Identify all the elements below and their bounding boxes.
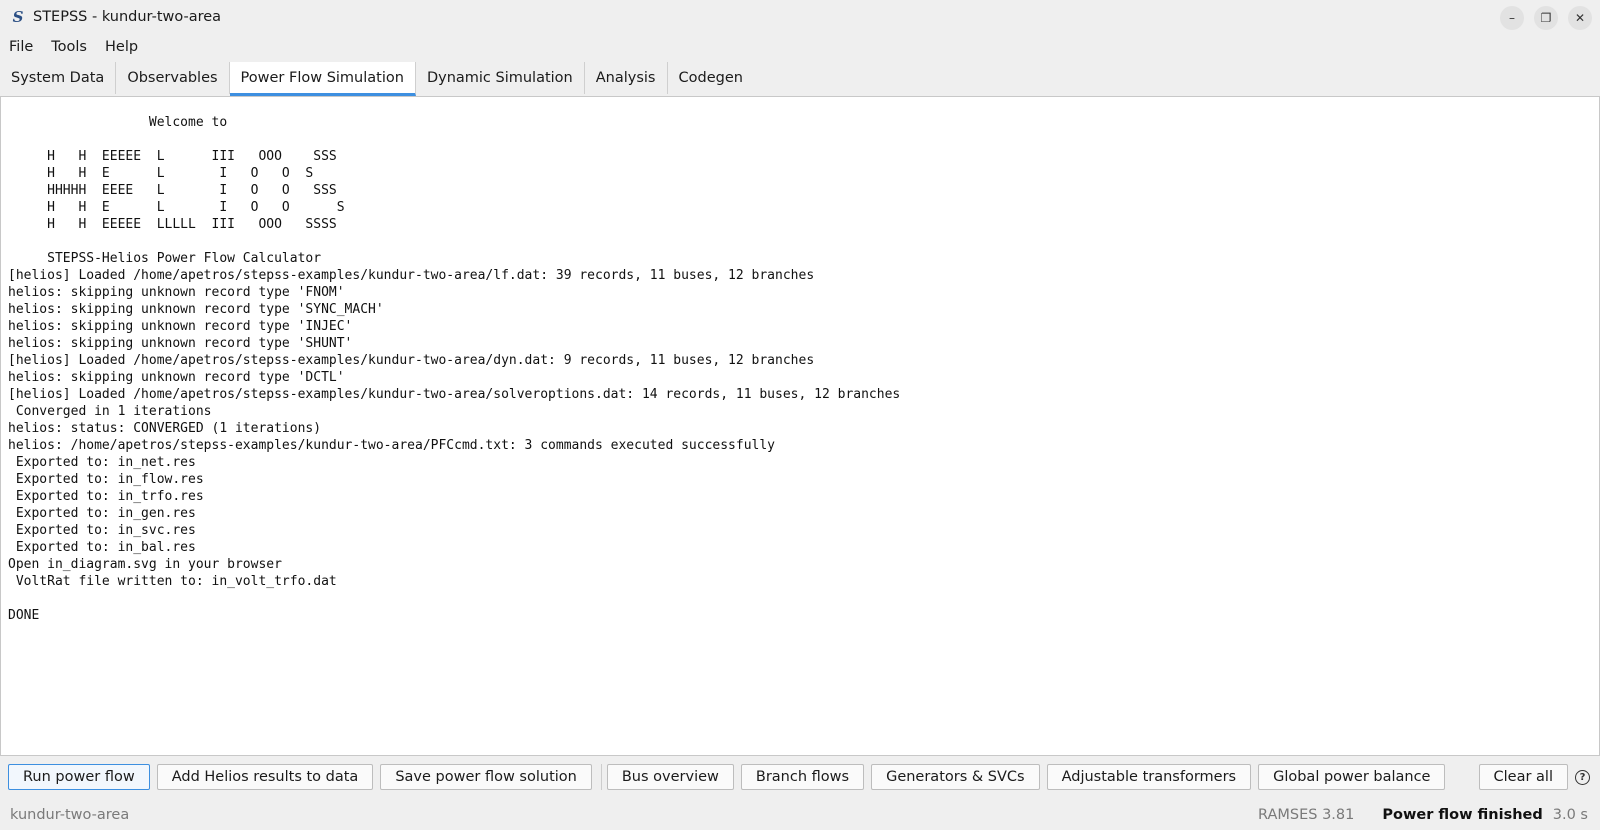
add-helios-results-button[interactable]: Add Helios results to data xyxy=(156,764,374,790)
bus-overview-button[interactable]: Bus overview xyxy=(606,764,734,790)
clear-all-button[interactable]: Clear all xyxy=(1478,764,1568,790)
status-message: Power flow finished xyxy=(1382,807,1543,823)
window-controls: – ❐ ✕ xyxy=(1500,6,1592,30)
save-power-flow-solution-button[interactable]: Save power flow solution xyxy=(380,764,592,790)
toolbar-divider xyxy=(600,764,602,790)
tab-dynamic-simulation[interactable]: Dynamic Simulation xyxy=(416,62,585,94)
tab-system-data[interactable]: System Data xyxy=(0,62,117,94)
help-circle-icon[interactable]: ? xyxy=(1575,769,1590,785)
tab-bar: System Data Observables Power Flow Simul… xyxy=(0,62,1600,96)
adjustable-transformers-button[interactable]: Adjustable transformers xyxy=(1046,764,1252,790)
menu-bar: File Tools Help xyxy=(0,34,1600,60)
branch-flows-button[interactable]: Branch flows xyxy=(740,764,865,790)
status-project-name: kundur-two-area xyxy=(10,807,130,823)
menu-help[interactable]: Help xyxy=(96,39,147,55)
window-title: STEPSS - kundur-two-area xyxy=(33,9,222,25)
generators-svcs-button[interactable]: Generators & SVCs xyxy=(871,764,1040,790)
title-bar: S STEPSS - kundur-two-area – ❐ ✕ xyxy=(0,0,1600,34)
menu-file[interactable]: File xyxy=(0,39,42,55)
tab-analysis[interactable]: Analysis xyxy=(585,62,668,94)
run-power-flow-button[interactable]: Run power flow xyxy=(8,764,150,790)
stepss-logo-icon: S xyxy=(12,8,24,26)
status-version: RAMSES 3.81 xyxy=(1257,807,1355,823)
tab-power-flow-simulation[interactable]: Power Flow Simulation xyxy=(229,62,416,96)
action-toolbar: Run power flow Add Helios results to dat… xyxy=(0,762,1600,792)
console-output-panel[interactable]: Welcome to H H EEEEE L III OOO SSS H H E… xyxy=(0,96,1600,756)
global-power-balance-button[interactable]: Global power balance xyxy=(1258,764,1446,790)
menu-tools[interactable]: Tools xyxy=(42,39,96,55)
minimize-icon[interactable]: – xyxy=(1500,6,1524,30)
status-bar: kundur-two-area RAMSES 3.81 Power flow f… xyxy=(0,800,1600,830)
restore-icon[interactable]: ❐ xyxy=(1534,6,1558,30)
console-output-text: Welcome to H H EEEEE L III OOO SSS H H E… xyxy=(8,115,901,623)
tab-codegen[interactable]: Codegen xyxy=(668,62,754,94)
close-icon[interactable]: ✕ xyxy=(1568,6,1592,30)
status-elapsed-time: 3.0 s xyxy=(1552,807,1588,823)
tab-observables[interactable]: Observables xyxy=(116,62,230,94)
